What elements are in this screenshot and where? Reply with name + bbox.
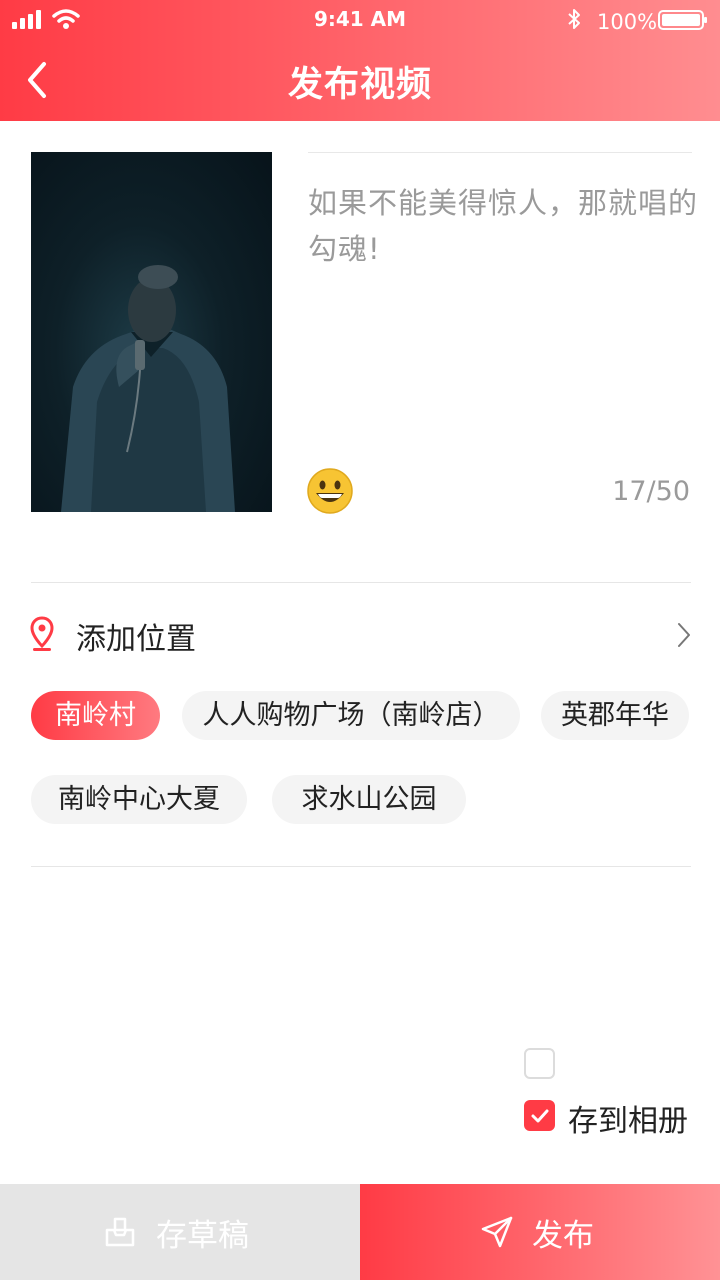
save-draft-button[interactable]: 存草稿 xyxy=(0,1184,360,1280)
char-counter: 17/50 xyxy=(612,476,690,507)
emoji-icon[interactable] xyxy=(306,467,354,515)
section-divider-2 xyxy=(31,866,691,867)
description-top-rule xyxy=(308,152,692,153)
page-title: 发布视频 xyxy=(287,65,432,105)
status-bar: 9:41 AM 100% xyxy=(0,0,720,42)
save-to-album-label: 存到相册 xyxy=(568,1104,688,1139)
video-thumbnail[interactable] xyxy=(31,152,272,512)
location-chip[interactable]: 南岭中心大夏 xyxy=(31,775,247,824)
publish-button[interactable]: 发布 xyxy=(360,1184,720,1280)
bluetooth-icon xyxy=(568,9,580,29)
publish-label: 发布 xyxy=(532,1218,594,1254)
location-chip[interactable]: 人人购物广场（南岭店） xyxy=(182,691,520,740)
bottom-action-bar: 存草稿 发布 xyxy=(0,1184,720,1280)
checkmark-icon xyxy=(531,1109,549,1123)
add-location-row[interactable]: 添加位置 xyxy=(0,604,720,664)
section-divider-1 xyxy=(31,582,691,583)
chevron-right-icon xyxy=(678,623,690,647)
checkbox-icon[interactable] xyxy=(524,1100,555,1131)
header-bar: 9:41 AM 100% 发布视频 xyxy=(0,0,720,121)
location-chip[interactable]: 英郡年华 xyxy=(541,691,689,740)
location-chip[interactable]: 求水山公园 xyxy=(272,775,466,824)
location-pin-icon xyxy=(30,616,54,651)
location-chip-selected[interactable]: 南岭村 xyxy=(31,691,160,740)
singer-silhouette xyxy=(61,265,235,512)
battery-icon xyxy=(658,10,707,30)
description-input[interactable]: 如果不能美得惊人，那就唱的勾魂! xyxy=(308,180,700,272)
battery-percent: 100% xyxy=(597,10,658,34)
unchecked-checkbox[interactable] xyxy=(524,1048,555,1079)
save-draft-label: 存草稿 xyxy=(156,1218,249,1254)
draft-box-icon xyxy=(105,1217,135,1247)
add-location-label: 添加位置 xyxy=(76,622,196,657)
send-icon xyxy=(481,1216,513,1248)
